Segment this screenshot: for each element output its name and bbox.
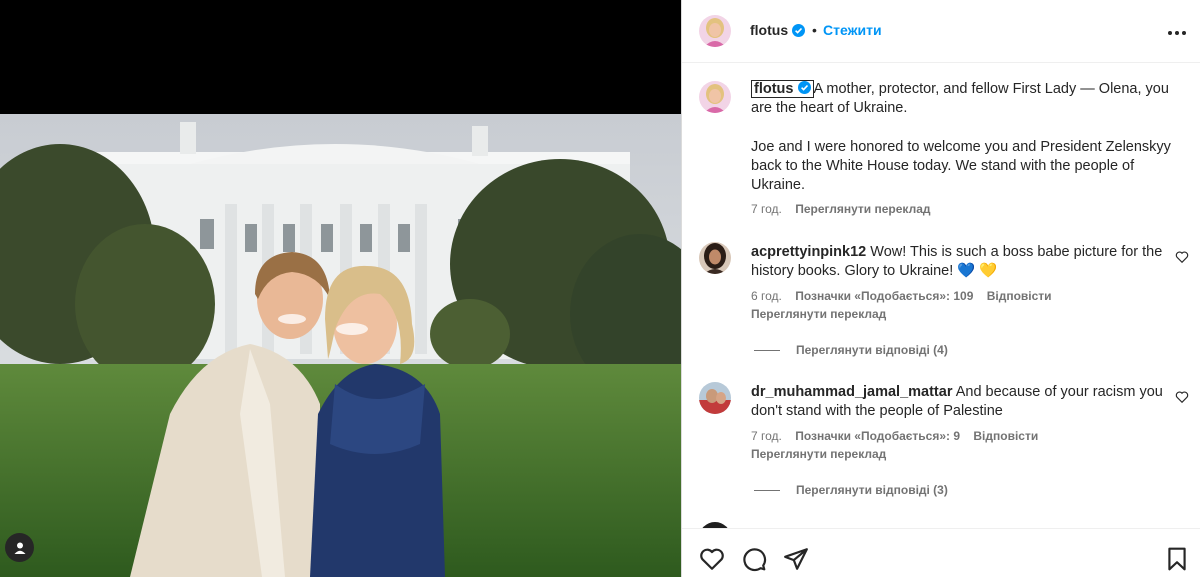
avatar-image [699, 81, 731, 113]
more-dots-icon [1168, 31, 1186, 35]
comment-text: dr_muhammad_jamal_mattar And because of … [751, 383, 1171, 421]
avatar-image [699, 382, 731, 414]
caption-username-box[interactable]: flotus [751, 80, 814, 98]
comment-bubble-icon[interactable] [741, 546, 767, 572]
view-replies-label[interactable]: Переглянути відповіді (3) [796, 483, 948, 497]
send-icon[interactable] [783, 546, 809, 572]
verified-badge-icon [797, 81, 811, 94]
photo-illustration [0, 114, 681, 577]
caption-avatar[interactable] [699, 81, 731, 113]
comment-meta: 7 год. Позначки «Подобається»: 9 Відпові… [751, 429, 1048, 443]
view-replies-label[interactable]: Переглянути відповіді (4) [796, 343, 948, 357]
comment-username[interactable]: dr_muhammad_jamal_mattar [751, 384, 952, 400]
caption-paragraph-1: A mother, protector, and fellow First La… [751, 81, 1169, 116]
bookmark-icon[interactable] [1164, 546, 1190, 572]
comment-avatar[interactable] [699, 382, 731, 414]
author-username[interactable]: flotus [750, 22, 788, 38]
comment-username[interactable]: acprettyinpink12 [751, 244, 866, 260]
caption-paragraph-2: Joe and I were honored to welcome you an… [751, 139, 1171, 193]
verified-badge-icon [792, 24, 805, 37]
comment-likes-count[interactable]: Позначки «Подобається»: 9 [795, 429, 960, 443]
caption-meta: 7 год. Переглянути переклад [751, 202, 941, 216]
author-avatar[interactable] [699, 15, 731, 47]
comments-list[interactable]: flotus A mother, protector, and fellow F… [682, 64, 1200, 528]
replies-divider-line [754, 490, 780, 492]
caption-translate-link[interactable]: Переглянути переклад [795, 202, 930, 216]
user-tag-button[interactable] [5, 533, 34, 562]
view-replies-button[interactable]: Переглянути відповіді (3) [754, 483, 948, 497]
comment-meta: 6 год. Позначки «Подобається»: 109 Відпо… [751, 289, 1062, 303]
comment-like-heart-icon[interactable] [1175, 250, 1189, 264]
comment-translate-link[interactable]: Переглянути переклад [751, 447, 886, 461]
post-header: flotus • Стежити [682, 0, 1200, 63]
user-tag-icon [14, 542, 25, 554]
follow-button[interactable]: Стежити [823, 22, 882, 38]
comment-reply-button[interactable]: Відповісти [973, 429, 1038, 443]
avatar-image [699, 15, 731, 47]
post-actions-bar [682, 528, 1200, 577]
comment-time[interactable]: 6 год. [751, 289, 782, 303]
view-replies-button[interactable]: Переглянути відповіді (4) [754, 343, 948, 357]
comment-avatar[interactable] [699, 242, 731, 274]
more-options-button[interactable] [1166, 21, 1188, 41]
comment-like-heart-icon[interactable] [1175, 390, 1189, 404]
caption-time[interactable]: 7 год. [751, 202, 782, 216]
caption-text: flotus A mother, protector, and fellow F… [751, 80, 1171, 118]
comment-likes-count[interactable]: Позначки «Подобається»: 109 [795, 289, 973, 303]
caption-username[interactable]: flotus [754, 81, 793, 97]
replies-divider-line [754, 350, 780, 352]
heart-icon[interactable] [699, 546, 725, 572]
avatar-image [699, 242, 731, 274]
separator-dot: • [812, 22, 817, 38]
comment-text: acprettyinpink12 Wow! This is such a bos… [751, 243, 1171, 281]
post-sidebar: flotus • Стежити flotus A mother, protec… [681, 0, 1200, 577]
post-photo[interactable] [0, 114, 681, 577]
comment-reply-button[interactable]: Відповісти [987, 289, 1052, 303]
post-media [0, 0, 681, 577]
comment-time[interactable]: 7 год. [751, 429, 782, 443]
comment-translate-link[interactable]: Переглянути переклад [751, 307, 886, 321]
